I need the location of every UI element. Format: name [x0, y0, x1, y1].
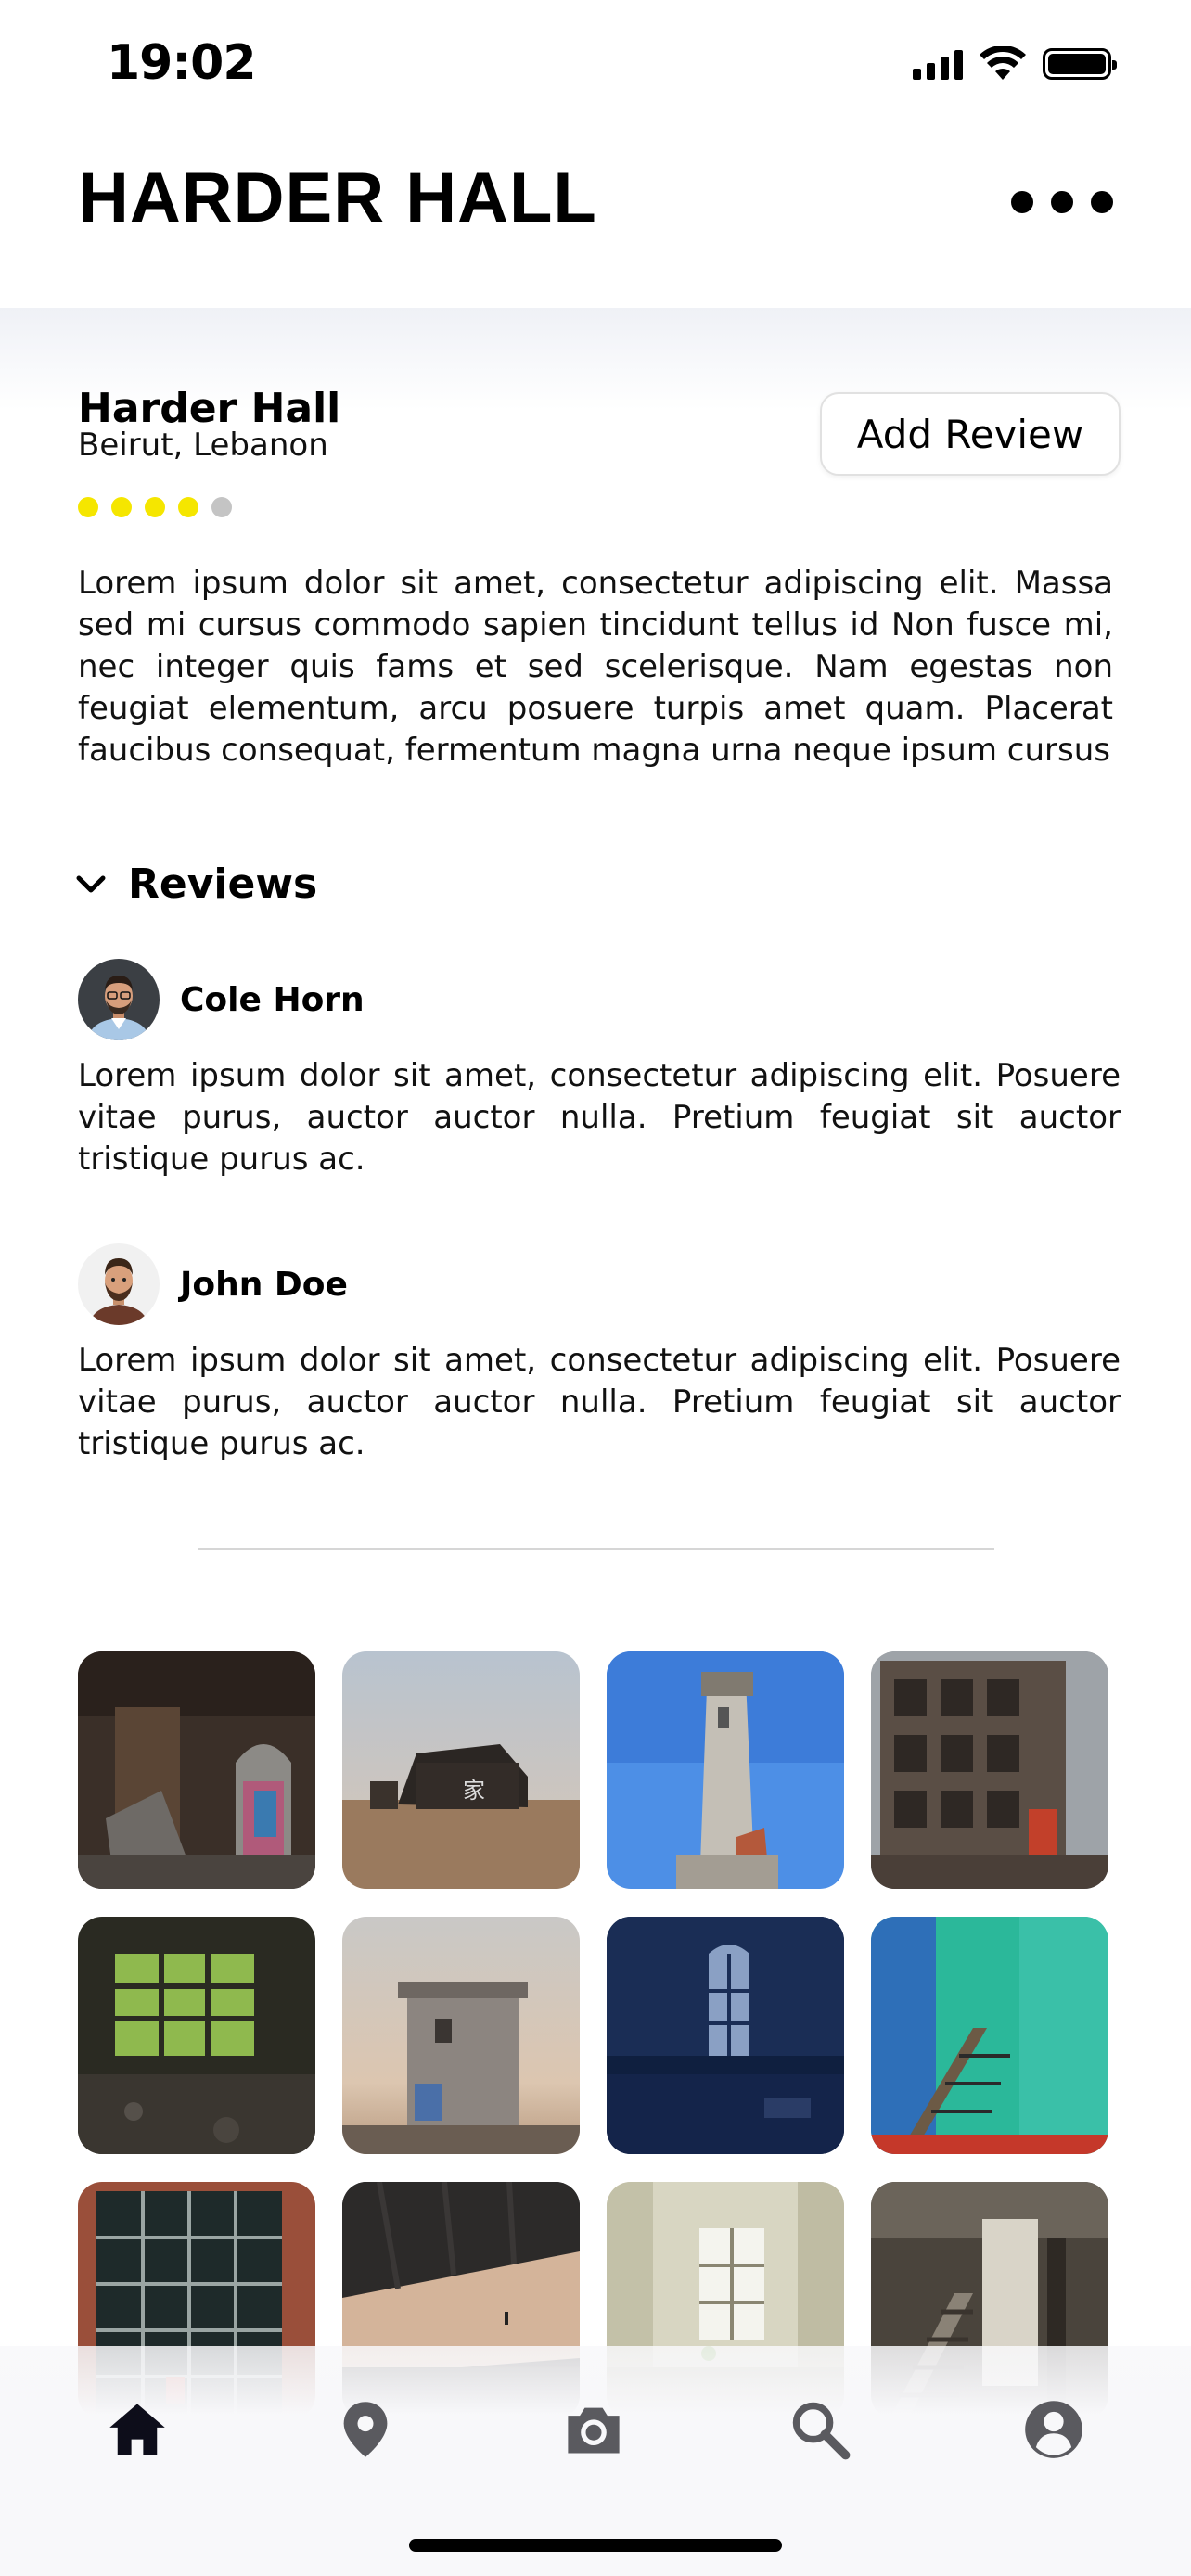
review-item: John Doe Lorem ipsum dolor sit amet, con… — [78, 1243, 1121, 1465]
gallery-photo[interactable] — [342, 1917, 580, 2154]
photo-gallery: 家 — [78, 1651, 1113, 2419]
review-text: Lorem ipsum dolor sit amet, consectetur … — [78, 1342, 1121, 1462]
rating-dot — [211, 497, 232, 517]
home-icon — [109, 2404, 165, 2455]
reviews-toggle[interactable]: Reviews — [74, 861, 317, 908]
rating-dot — [111, 497, 132, 517]
gallery-photo[interactable] — [871, 1917, 1108, 2154]
wifi-icon — [980, 46, 1026, 80]
gallery-photo[interactable] — [871, 1651, 1108, 1889]
page-title: HARDER HALL — [78, 159, 597, 237]
avatar[interactable] — [78, 959, 160, 1040]
map-pin-icon — [343, 2402, 388, 2457]
chevron-down-icon — [76, 875, 106, 892]
reviewer-name[interactable]: Cole Horn — [180, 981, 365, 1019]
home-indicator — [409, 2539, 782, 2552]
tab-map[interactable] — [328, 2392, 403, 2467]
search-icon — [792, 2402, 851, 2460]
tab-search[interactable] — [783, 2392, 857, 2467]
svg-text:家: 家 — [463, 1778, 485, 1804]
status-bar: 19:02 — [0, 0, 1191, 130]
review-item: Cole Horn Lorem ipsum dolor sit amet, co… — [78, 959, 1121, 1180]
gallery-photo[interactable] — [78, 1651, 315, 1889]
tab-home[interactable] — [100, 2392, 174, 2467]
rating-dot — [178, 497, 198, 517]
gallery-photo[interactable] — [607, 1651, 844, 1889]
more-dots-icon — [1011, 191, 1033, 213]
place-location: Beirut, Lebanon — [78, 427, 328, 464]
tab-profile[interactable] — [1017, 2392, 1091, 2467]
status-icons — [913, 46, 1117, 82]
status-time: 19:02 — [107, 35, 257, 91]
reviews-title: Reviews — [128, 861, 318, 908]
gallery-photo[interactable]: 家 — [342, 1651, 580, 1889]
review-text: Lorem ipsum dolor sit amet, consectetur … — [78, 1057, 1121, 1178]
avatar[interactable] — [78, 1243, 160, 1325]
rating-dot — [145, 497, 165, 517]
gallery-photo[interactable] — [607, 1917, 844, 2154]
reviewer-name[interactable]: John Doe — [180, 1266, 348, 1304]
app-header: HARDER HALL — [0, 130, 1191, 308]
rating-dots — [78, 497, 232, 517]
battery-icon — [1043, 48, 1117, 80]
place-description: Lorem ipsum dolor sit amet, consectetur … — [78, 565, 1113, 769]
more-options-button[interactable] — [1011, 184, 1113, 221]
tab-camera[interactable] — [557, 2392, 631, 2467]
cellular-signal-icon — [913, 48, 963, 80]
rating-dot — [78, 497, 98, 517]
add-review-button[interactable]: Add Review — [820, 392, 1121, 476]
camera-icon — [568, 2407, 620, 2454]
section-divider — [198, 1548, 994, 1550]
place-name: Harder Hall — [78, 385, 341, 432]
profile-icon — [1025, 2401, 1082, 2458]
gallery-photo[interactable] — [78, 1917, 315, 2154]
